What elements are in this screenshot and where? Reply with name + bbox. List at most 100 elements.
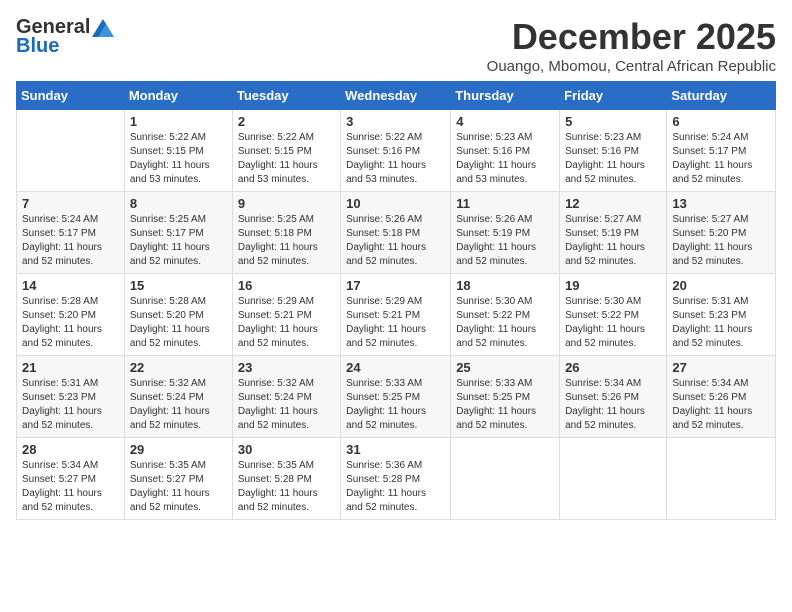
calendar-cell: 18 Sunrise: 5:30 AM Sunset: 5:22 PM Dayl… (451, 274, 560, 356)
sunrise-label: Sunrise: 5:24 AM (672, 132, 748, 143)
sunset-label: Sunset: 5:17 PM (22, 228, 96, 239)
sunset-label: Sunset: 5:17 PM (130, 228, 204, 239)
day-info: Sunrise: 5:23 AM Sunset: 5:16 PM Dayligh… (456, 131, 554, 187)
logo-blue: Blue (16, 35, 59, 58)
calendar-cell: 29 Sunrise: 5:35 AM Sunset: 5:27 PM Dayl… (124, 438, 232, 520)
day-number: 4 (456, 114, 554, 129)
calendar-cell: 14 Sunrise: 5:28 AM Sunset: 5:20 PM Dayl… (17, 274, 125, 356)
daylight-label: Daylight: 11 hours and 52 minutes. (346, 488, 426, 513)
sunset-label: Sunset: 5:18 PM (346, 228, 420, 239)
sunset-label: Sunset: 5:23 PM (22, 392, 96, 403)
sunrise-label: Sunrise: 5:30 AM (456, 296, 532, 307)
sunrise-label: Sunrise: 5:24 AM (22, 214, 98, 225)
day-number: 16 (238, 278, 335, 293)
sunrise-label: Sunrise: 5:36 AM (346, 460, 422, 471)
sunrise-label: Sunrise: 5:22 AM (130, 132, 206, 143)
sunset-label: Sunset: 5:15 PM (238, 146, 312, 157)
week-row-1: 1 Sunrise: 5:22 AM Sunset: 5:15 PM Dayli… (17, 110, 776, 192)
calendar-cell: 13 Sunrise: 5:27 AM Sunset: 5:20 PM Dayl… (667, 192, 776, 274)
calendar-cell (17, 110, 125, 192)
sunset-label: Sunset: 5:16 PM (456, 146, 530, 157)
calendar-cell: 21 Sunrise: 5:31 AM Sunset: 5:23 PM Dayl… (17, 356, 125, 438)
calendar-table: SundayMondayTuesdayWednesdayThursdayFrid… (16, 81, 776, 520)
weekday-header-tuesday: Tuesday (232, 82, 340, 110)
sunrise-label: Sunrise: 5:31 AM (672, 296, 748, 307)
day-info: Sunrise: 5:32 AM Sunset: 5:24 PM Dayligh… (130, 377, 227, 433)
calendar-cell: 22 Sunrise: 5:32 AM Sunset: 5:24 PM Dayl… (124, 356, 232, 438)
sunrise-label: Sunrise: 5:35 AM (130, 460, 206, 471)
daylight-label: Daylight: 11 hours and 52 minutes. (22, 406, 102, 431)
calendar-cell: 4 Sunrise: 5:23 AM Sunset: 5:16 PM Dayli… (451, 110, 560, 192)
sunset-label: Sunset: 5:27 PM (22, 474, 96, 485)
weekday-header-saturday: Saturday (667, 82, 776, 110)
calendar-cell: 19 Sunrise: 5:30 AM Sunset: 5:22 PM Dayl… (560, 274, 667, 356)
sunset-label: Sunset: 5:24 PM (238, 392, 312, 403)
sunrise-label: Sunrise: 5:22 AM (346, 132, 422, 143)
calendar-cell: 7 Sunrise: 5:24 AM Sunset: 5:17 PM Dayli… (17, 192, 125, 274)
sunrise-label: Sunrise: 5:25 AM (130, 214, 206, 225)
day-info: Sunrise: 5:31 AM Sunset: 5:23 PM Dayligh… (22, 377, 119, 433)
day-number: 11 (456, 196, 554, 211)
day-info: Sunrise: 5:33 AM Sunset: 5:25 PM Dayligh… (346, 377, 445, 433)
calendar-cell: 30 Sunrise: 5:35 AM Sunset: 5:28 PM Dayl… (232, 438, 340, 520)
day-number: 1 (130, 114, 227, 129)
daylight-label: Daylight: 11 hours and 52 minutes. (565, 242, 645, 267)
daylight-label: Daylight: 11 hours and 52 minutes. (456, 242, 536, 267)
day-info: Sunrise: 5:30 AM Sunset: 5:22 PM Dayligh… (565, 295, 661, 351)
weekday-header-sunday: Sunday (17, 82, 125, 110)
daylight-label: Daylight: 11 hours and 52 minutes. (456, 324, 536, 349)
calendar-cell (667, 438, 776, 520)
calendar-cell: 17 Sunrise: 5:29 AM Sunset: 5:21 PM Dayl… (341, 274, 451, 356)
daylight-label: Daylight: 11 hours and 52 minutes. (22, 324, 102, 349)
sunrise-label: Sunrise: 5:34 AM (22, 460, 98, 471)
calendar-cell: 9 Sunrise: 5:25 AM Sunset: 5:18 PM Dayli… (232, 192, 340, 274)
day-info: Sunrise: 5:22 AM Sunset: 5:15 PM Dayligh… (130, 131, 227, 187)
sunrise-label: Sunrise: 5:26 AM (346, 214, 422, 225)
sunrise-label: Sunrise: 5:30 AM (565, 296, 641, 307)
calendar-cell: 5 Sunrise: 5:23 AM Sunset: 5:16 PM Dayli… (560, 110, 667, 192)
sunset-label: Sunset: 5:22 PM (565, 310, 639, 321)
daylight-label: Daylight: 11 hours and 52 minutes. (238, 242, 318, 267)
daylight-label: Daylight: 11 hours and 53 minutes. (238, 160, 318, 185)
daylight-label: Daylight: 11 hours and 52 minutes. (672, 242, 752, 267)
sunrise-label: Sunrise: 5:33 AM (346, 378, 422, 389)
day-info: Sunrise: 5:26 AM Sunset: 5:19 PM Dayligh… (456, 213, 554, 269)
day-info: Sunrise: 5:26 AM Sunset: 5:18 PM Dayligh… (346, 213, 445, 269)
calendar-cell: 1 Sunrise: 5:22 AM Sunset: 5:15 PM Dayli… (124, 110, 232, 192)
day-number: 9 (238, 196, 335, 211)
sunset-label: Sunset: 5:19 PM (565, 228, 639, 239)
day-info: Sunrise: 5:31 AM Sunset: 5:23 PM Dayligh… (672, 295, 770, 351)
day-number: 8 (130, 196, 227, 211)
sunset-label: Sunset: 5:20 PM (22, 310, 96, 321)
sunset-label: Sunset: 5:26 PM (565, 392, 639, 403)
calendar-cell: 8 Sunrise: 5:25 AM Sunset: 5:17 PM Dayli… (124, 192, 232, 274)
day-info: Sunrise: 5:29 AM Sunset: 5:21 PM Dayligh… (346, 295, 445, 351)
day-number: 23 (238, 360, 335, 375)
sunrise-label: Sunrise: 5:33 AM (456, 378, 532, 389)
sunrise-label: Sunrise: 5:29 AM (346, 296, 422, 307)
title-block: December 2025 Ouango, Mbomou, Central Af… (487, 16, 776, 75)
daylight-label: Daylight: 11 hours and 52 minutes. (130, 488, 210, 513)
sunrise-label: Sunrise: 5:31 AM (22, 378, 98, 389)
sunrise-label: Sunrise: 5:26 AM (456, 214, 532, 225)
weekday-header-monday: Monday (124, 82, 232, 110)
sunset-label: Sunset: 5:23 PM (672, 310, 746, 321)
sunset-label: Sunset: 5:24 PM (130, 392, 204, 403)
sunrise-label: Sunrise: 5:25 AM (238, 214, 314, 225)
day-number: 24 (346, 360, 445, 375)
day-number: 13 (672, 196, 770, 211)
sunset-label: Sunset: 5:28 PM (346, 474, 420, 485)
sunrise-label: Sunrise: 5:23 AM (456, 132, 532, 143)
day-number: 3 (346, 114, 445, 129)
sunset-label: Sunset: 5:20 PM (130, 310, 204, 321)
day-info: Sunrise: 5:35 AM Sunset: 5:27 PM Dayligh… (130, 459, 227, 515)
daylight-label: Daylight: 11 hours and 53 minutes. (346, 160, 426, 185)
sunset-label: Sunset: 5:22 PM (456, 310, 530, 321)
logo-icon (92, 19, 114, 37)
daylight-label: Daylight: 11 hours and 52 minutes. (238, 488, 318, 513)
calendar-cell (451, 438, 560, 520)
day-number: 12 (565, 196, 661, 211)
day-number: 17 (346, 278, 445, 293)
sunset-label: Sunset: 5:18 PM (238, 228, 312, 239)
day-info: Sunrise: 5:23 AM Sunset: 5:16 PM Dayligh… (565, 131, 661, 187)
